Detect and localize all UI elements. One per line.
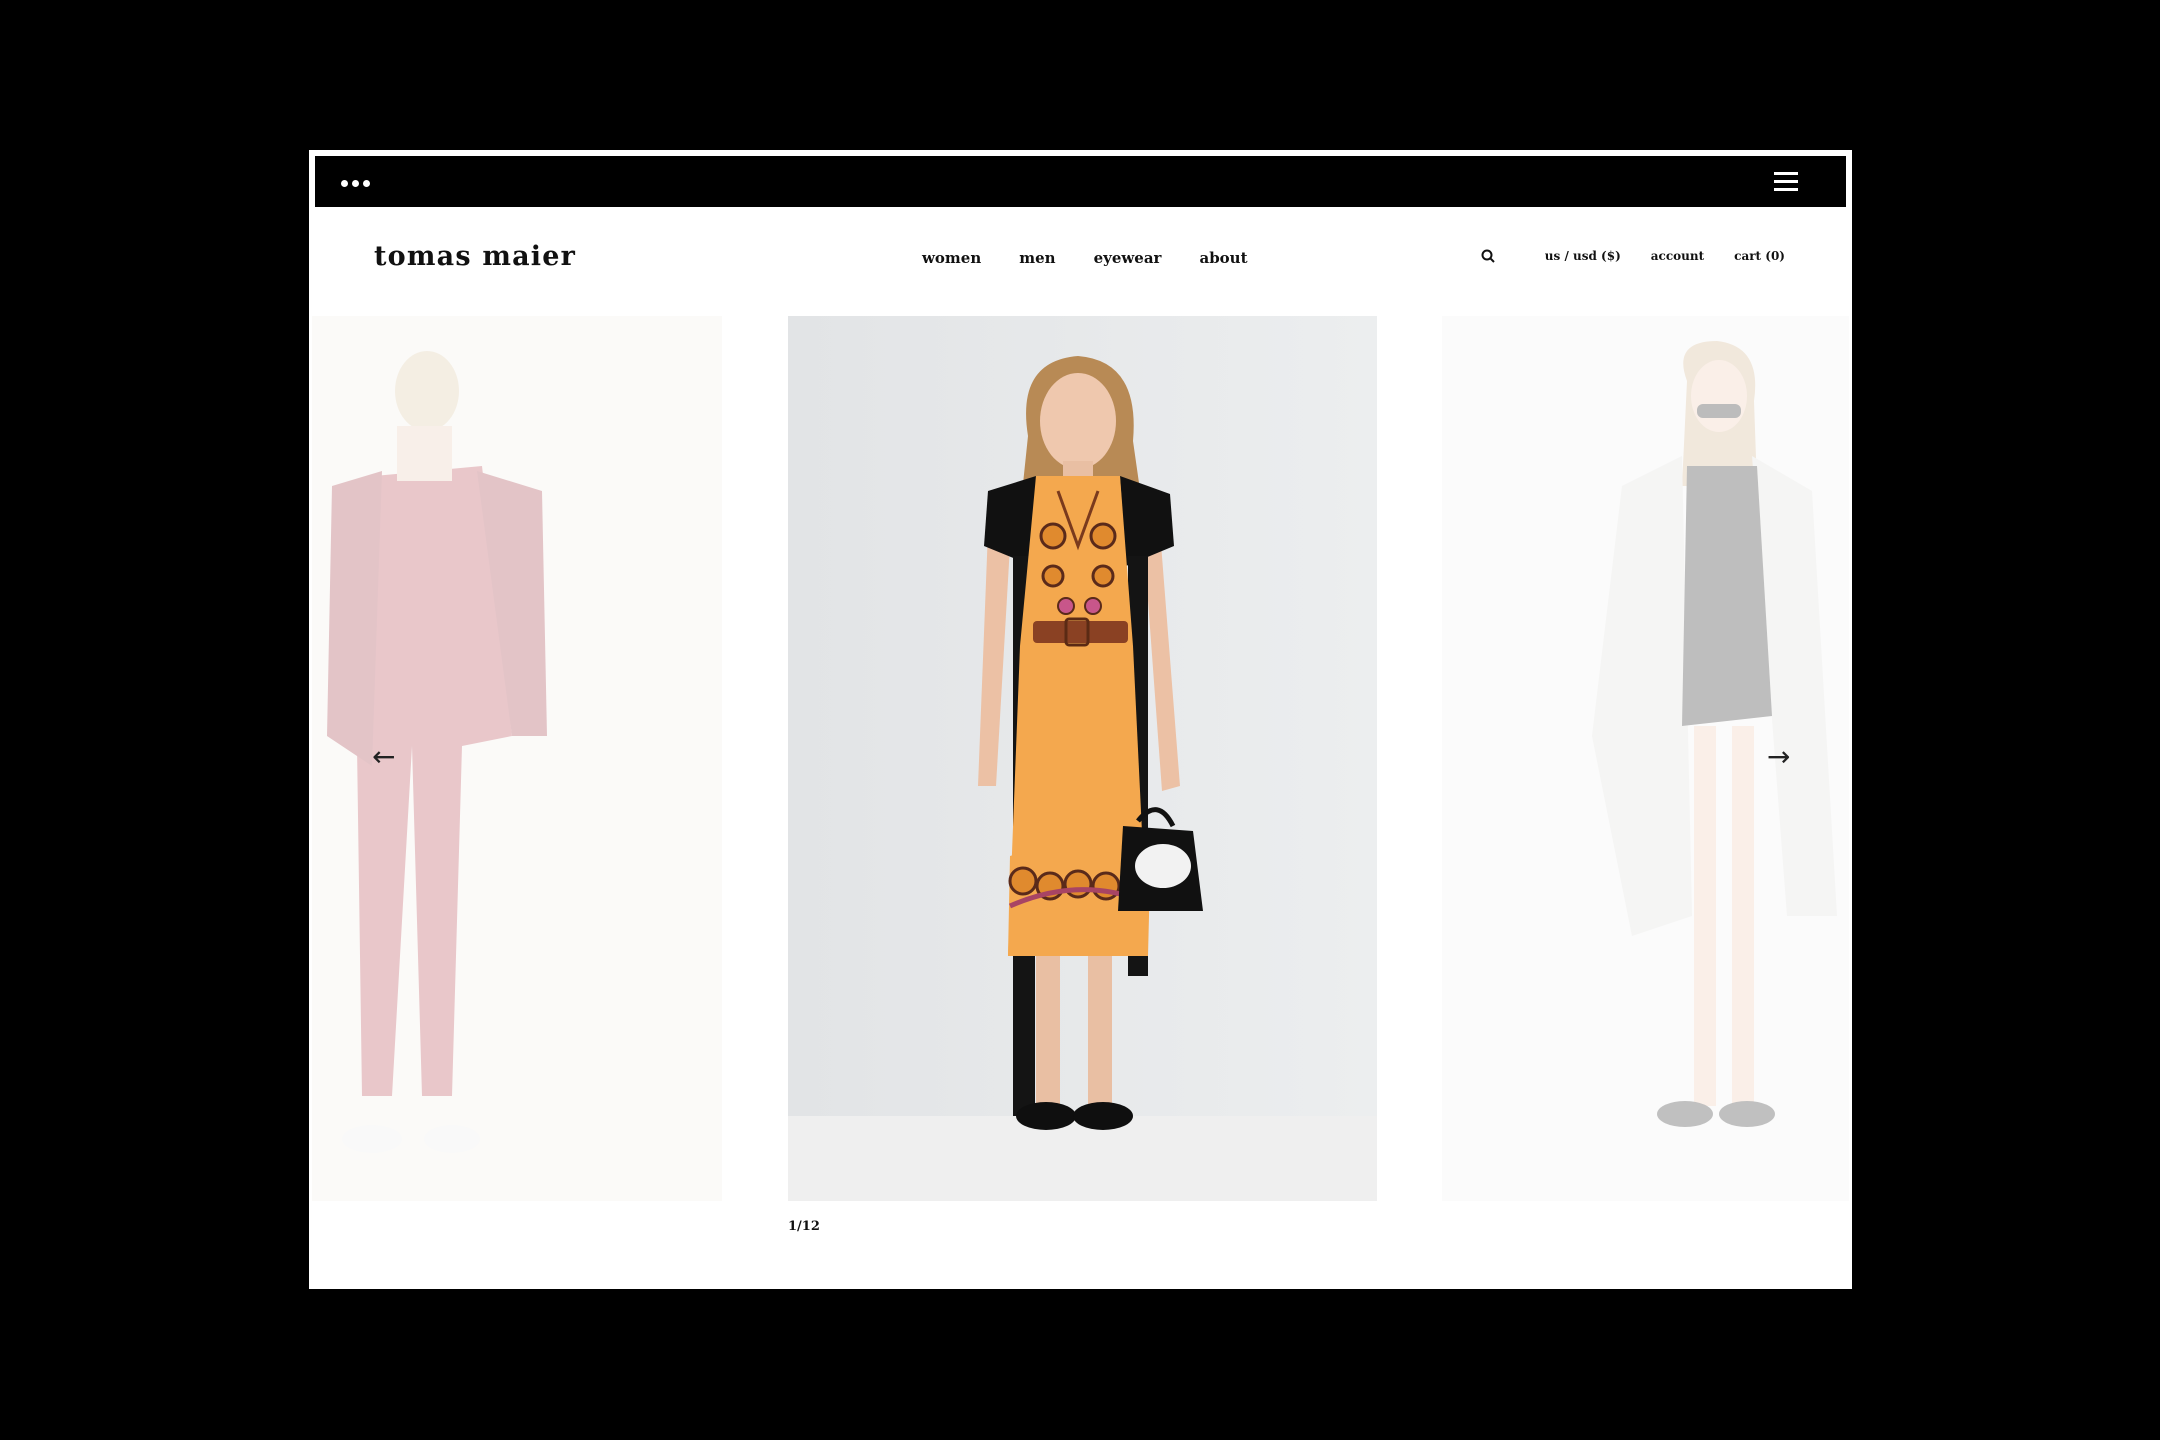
slide-counter: 1/12 — [788, 1219, 820, 1234]
carousel-slide-next[interactable] — [1442, 316, 1849, 1201]
browser-chrome — [312, 153, 1849, 210]
nav-about[interactable]: about — [1199, 249, 1247, 267]
main-nav: women men eyewear about — [922, 249, 1248, 267]
nav-eyewear[interactable]: eyewear — [1094, 249, 1162, 267]
more-dots-icon[interactable] — [341, 180, 370, 187]
carousel-prev-arrow[interactable]: ← — [372, 743, 395, 771]
brand-logo[interactable]: tomas maier — [374, 241, 576, 272]
nav-men[interactable]: men — [1019, 249, 1055, 267]
carousel-next-arrow[interactable]: → — [1767, 743, 1790, 771]
nav-women[interactable]: women — [922, 249, 981, 267]
browser-window: tomas maier women men eyewear about us /… — [309, 150, 1852, 1289]
model-orange-dress-image — [788, 316, 1377, 1201]
search-icon[interactable] — [1481, 249, 1495, 263]
account-link[interactable]: account — [1651, 249, 1704, 263]
hamburger-menu-icon[interactable] — [1774, 172, 1798, 192]
carousel-slide-current[interactable] — [788, 316, 1377, 1201]
cart-link[interactable]: cart (0) — [1734, 249, 1785, 263]
model-white-coat-image — [1442, 316, 1849, 1201]
locale-selector[interactable]: us / usd ($) — [1545, 249, 1621, 263]
utility-nav: us / usd ($) account cart (0) — [1481, 249, 1785, 263]
